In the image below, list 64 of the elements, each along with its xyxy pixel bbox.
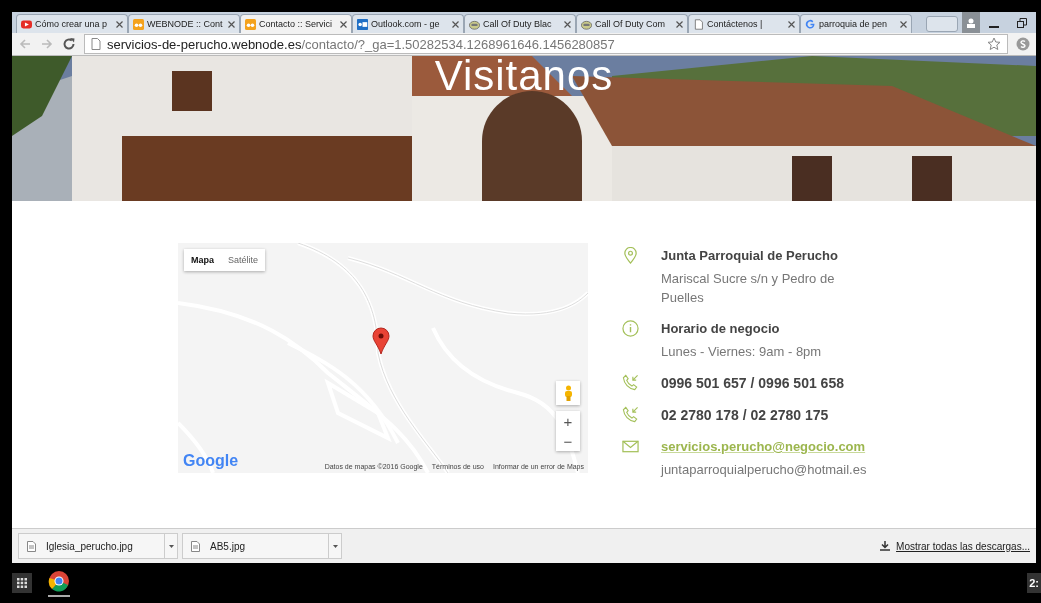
- eyes-icon: [133, 18, 144, 30]
- browser-tab[interactable]: Call Of Duty Blac: [464, 14, 576, 33]
- map-logo: Google: [183, 452, 239, 470]
- reload-icon[interactable]: [62, 37, 76, 51]
- helmet-icon: [469, 18, 480, 30]
- browser-tab[interactable]: WEBNODE :: Cont: [128, 14, 240, 33]
- g-icon: [805, 18, 816, 30]
- contact-title: Horario de negocio: [661, 320, 781, 338]
- close-icon[interactable]: [900, 20, 907, 28]
- star-icon[interactable]: [987, 37, 1001, 51]
- browser-tab[interactable]: Contáctenos |: [688, 14, 800, 33]
- browser-tab[interactable]: Contacto :: Servici: [240, 14, 352, 33]
- eyes-icon: [245, 18, 256, 30]
- browser-tab[interactable]: parroquia de pen: [800, 14, 912, 33]
- address-bar[interactable]: servicios-de-perucho.webnode.es/contacto/?_ga=1.50282534.1268961646.1456280857: [84, 34, 1008, 54]
- close-icon[interactable]: [676, 20, 683, 28]
- download-item[interactable]: AB5.jpg: [182, 533, 342, 559]
- zoom-out-button[interactable]: −: [556, 431, 580, 451]
- close-icon[interactable]: [564, 20, 571, 28]
- mail-app-icon: [357, 18, 368, 30]
- close-icon[interactable]: [116, 20, 123, 28]
- close-icon[interactable]: [788, 20, 795, 28]
- envelope-icon: [622, 438, 639, 455]
- person-icon: [967, 17, 975, 28]
- file-icon: [191, 540, 200, 552]
- restore-icon: [1017, 17, 1027, 28]
- contact-title: Junta Parroquial de Perucho: [661, 247, 839, 265]
- phone-icon: [622, 406, 639, 423]
- apps-grid-icon[interactable]: [12, 573, 32, 593]
- video-icon: [21, 18, 32, 30]
- download-icon: [880, 541, 891, 551]
- close-icon[interactable]: [452, 20, 459, 28]
- browser-tab[interactable]: Outlook.com - ge: [352, 14, 464, 33]
- extension-icon[interactable]: [1016, 37, 1030, 51]
- phone-numbers: 0996 501 657 / 0996 501 658: [661, 374, 845, 393]
- page-icon: [91, 38, 101, 50]
- profile-button[interactable]: [962, 12, 980, 33]
- browser-tab[interactable]: Cómo crear una p: [16, 14, 128, 33]
- contact-detail: juntaparroquialperucho@hotmail.es: [661, 461, 868, 479]
- close-icon[interactable]: [340, 20, 347, 28]
- zoom-in-button[interactable]: +: [556, 411, 580, 431]
- helmet-icon: [581, 18, 592, 30]
- figure-icon: [563, 385, 573, 401]
- close-icon[interactable]: [228, 20, 235, 28]
- clock: 2:: [1027, 573, 1041, 593]
- caret-icon[interactable]: [332, 544, 338, 548]
- map-pin-icon: [372, 327, 390, 355]
- download-item[interactable]: Iglesia_perucho.jpg: [18, 533, 178, 559]
- caret-icon[interactable]: [168, 544, 174, 548]
- map-type-tab[interactable]: Satélite: [221, 249, 266, 271]
- phone-numbers: 02 2780 178 / 02 2780 175: [661, 406, 830, 425]
- contact-detail: Lunes - Viernes: 9am - 8pm: [661, 343, 823, 361]
- page-icon: [693, 18, 704, 30]
- browser-taskbar-icon[interactable]: [48, 569, 70, 597]
- page-heading: Visitanos: [433, 56, 615, 100]
- contact-detail: Mariscal Sucre s/n y Pedro de Puelles: [661, 270, 836, 307]
- show-all-downloads-link[interactable]: Mostrar todas las descargas...: [880, 540, 1030, 552]
- phone-icon: [622, 374, 639, 391]
- file-icon: [27, 540, 36, 552]
- location-pin-icon: [622, 247, 639, 264]
- map-type-tab[interactable]: Mapa: [184, 249, 221, 271]
- minimize-icon: [989, 25, 999, 28]
- info-icon: [622, 320, 639, 337]
- browser-tab[interactable]: Call Of Duty Com: [576, 14, 688, 33]
